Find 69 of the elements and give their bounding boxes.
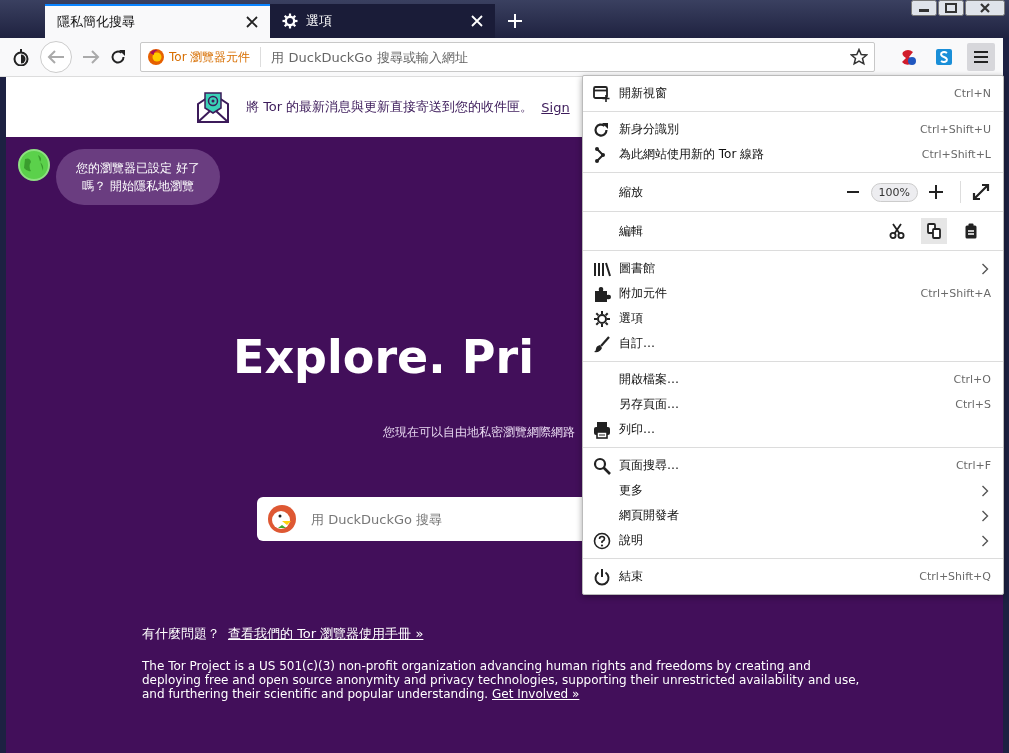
scissors-icon[interactable]: [889, 223, 905, 239]
copy-button[interactable]: [921, 218, 947, 244]
shortcut-text: Ctrl+F: [955, 459, 991, 472]
menu-item[interactable]: 另存頁面… Ctrl+S: [583, 392, 1003, 417]
about-paragraph: The Tor Project is a US 501(c)(3) non-profit organization advancing human rights and freedoms by creating and deploying free and open source anonymity and privacy technologies, supporting their unrestricted availability and use, and furthering their scientific and popular understanding. Get Involved »: [142, 659, 861, 701]
menu-item[interactable]: 結束 Ctrl+Shift+Q: [583, 564, 1003, 589]
reload-icon: [593, 120, 611, 139]
shortcut-text: Ctrl+S: [955, 398, 991, 411]
power-icon: [593, 567, 611, 586]
gear-icon: [282, 13, 298, 29]
identity-box[interactable]: Tor 瀏覽器元件: [147, 47, 262, 67]
menu-item[interactable]: 列印…: [583, 417, 1003, 442]
menu-item[interactable]: 頁面搜尋… Ctrl+F: [583, 453, 1003, 478]
close-button[interactable]: [965, 0, 1005, 16]
hero-subtitle: 您現在可以自由地私密瀏覽網際網路: [383, 424, 575, 441]
plus-icon[interactable]: [507, 13, 523, 29]
clipboard-icon[interactable]: [963, 223, 979, 239]
signup-link[interactable]: Sign: [541, 99, 570, 115]
question-text: 有什麼問題？: [142, 625, 220, 643]
maximize-button[interactable]: [938, 0, 964, 16]
menu-item[interactable]: 選項: [583, 306, 1003, 331]
envelope-icon: [196, 90, 230, 124]
menu-icon: [974, 51, 988, 63]
shortcut-text: Ctrl+Shift+L: [921, 148, 991, 161]
browser-tab[interactable]: 選項: [270, 4, 495, 38]
involved-link[interactable]: Get Involved »: [492, 687, 580, 701]
menu-label: 縮放: [619, 183, 644, 201]
extension-icon[interactable]: [935, 48, 953, 66]
menu-item[interactable]: 說明: [583, 528, 1003, 553]
menu-item[interactable]: 更多: [583, 478, 1003, 503]
extension-icon[interactable]: [899, 48, 917, 66]
brush-icon: [593, 334, 611, 353]
banner-text: 將 Tor 的最新消息與更新直接寄送到您的收件匣。: [246, 98, 534, 116]
url-input[interactable]: 用 DuckDuckGo 搜尋或輸入網址: [269, 48, 842, 66]
printer-icon: [593, 420, 611, 439]
copy-icon: [926, 223, 942, 239]
star-icon[interactable]: [850, 48, 868, 66]
menu-item[interactable]: 附加元件 Ctrl+Shift+A: [583, 281, 1003, 306]
close-icon[interactable]: [246, 16, 258, 28]
address-bar[interactable]: Tor 瀏覽器元件 用 DuckDuckGo 搜尋或輸入網址: [140, 42, 875, 72]
shortcut-text: Ctrl+Shift+Q: [919, 570, 991, 583]
duck-logo-icon: [267, 504, 297, 534]
speech-bubble: 您的瀏覽器已設定 好了嗎？ 開始隱私地瀏覽: [56, 149, 220, 205]
menu-item[interactable]: 自訂…: [583, 331, 1003, 356]
menu-item[interactable]: 圖書館: [583, 256, 1003, 281]
hero-title: Explore. Pri: [233, 330, 534, 384]
shortcut-text: Ctrl+N: [953, 87, 991, 100]
fullscreen-icon[interactable]: [971, 182, 991, 202]
puzzle-icon: [593, 284, 611, 303]
menu-button[interactable]: [967, 43, 995, 71]
shortcut-text: Ctrl+Shift+U: [919, 123, 991, 136]
menu-label: 編輯: [619, 222, 644, 240]
menu-item[interactable]: 開啟檔案… Ctrl+O: [583, 367, 1003, 392]
minimize-button[interactable]: [911, 0, 937, 16]
menu-item[interactable]: 開新視窗 Ctrl+N: [583, 81, 1003, 106]
reload-icon[interactable]: [110, 49, 126, 65]
browser-tab[interactable]: 隱私簡化搜尋: [45, 4, 270, 38]
window-plus-icon: [593, 84, 611, 103]
shortcut-text: Ctrl+O: [953, 373, 991, 386]
zoom-reset-button[interactable]: 100%: [870, 182, 918, 202]
gear-icon: [593, 309, 611, 328]
browser-logo-icon: [147, 48, 165, 66]
help-icon: [593, 531, 611, 550]
menu-item[interactable]: 新身分識別 Ctrl+Shift+U: [583, 117, 1003, 142]
globe-icon: [18, 149, 50, 181]
manual-link[interactable]: 查看我們的 Tor 瀏覽器使用手冊 »: [228, 625, 424, 643]
shortcut-text: Ctrl+Shift+A: [920, 287, 991, 300]
search-icon: [593, 456, 611, 475]
menu-item[interactable]: 為此網站使用新的 Tor 線路 Ctrl+Shift+L: [583, 142, 1003, 167]
